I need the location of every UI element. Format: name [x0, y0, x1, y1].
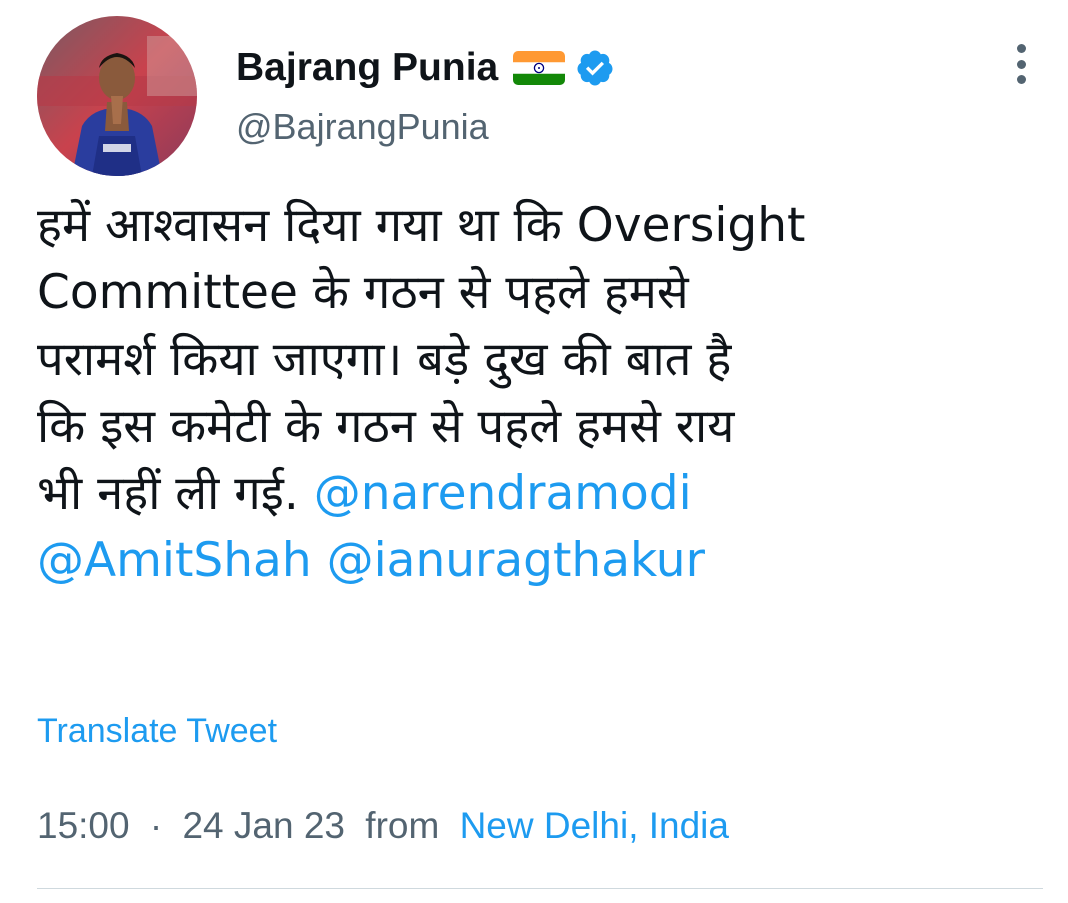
tweet-text-line: Committee के गठन से पहले हमसे [37, 259, 1047, 326]
tweet-text-segment: Committee के गठन से पहले हमसे [37, 265, 689, 320]
tweet-text-segment: भी नहीं ली गई. [37, 466, 314, 521]
india-flag-icon [513, 51, 566, 85]
tweet-text-line: कि इस कमेटी के गठन से पहले हमसे राय [37, 393, 1047, 460]
tweet-text-line: हमें आश्वासन दिया गया था कि Oversight [37, 192, 1047, 259]
tweet-text-line: परामर्श किया जाएगा। बड़े दुख की बात है [37, 326, 1047, 393]
tweet-text-segment: परामर्श किया जाएगा। बड़े दुख की बात है [37, 332, 732, 387]
tweet-location-link[interactable]: New Delhi, India [460, 805, 729, 846]
divider [37, 888, 1043, 889]
mention-link[interactable]: @ianuragthakur [327, 533, 705, 588]
tweet-date[interactable]: 24 Jan 23 [182, 805, 345, 846]
author-handle[interactable]: @BajrangPunia [236, 106, 489, 148]
dot [1016, 59, 1026, 69]
tweet-text-line: @AmitShah @ianuragthakur [37, 527, 1047, 594]
tweet-metadata: 15:00 · 24 Jan 23 from New Delhi, India [37, 805, 729, 847]
more-options-icon[interactable] [1002, 40, 1040, 88]
mention-link[interactable]: @narendramodi [314, 466, 692, 521]
meta-separator: · [149, 805, 163, 846]
mention-link[interactable]: @AmitShah [37, 533, 312, 588]
dot [1016, 44, 1026, 53]
tweet-time[interactable]: 15:00 [37, 805, 130, 846]
tweet-card: Bajrang Punia @BajrangPunia हमें आश्वासन… [0, 0, 1068, 903]
tweet-text-segment: हमें आश्वासन दिया गया था कि Oversight [37, 198, 806, 253]
verified-badge-icon [575, 48, 615, 88]
tweet-text-segment: कि इस कमेटी के गठन से पहले हमसे राय [37, 399, 735, 454]
translate-tweet-link[interactable]: Translate Tweet [37, 712, 277, 751]
from-label: from [365, 805, 440, 846]
author-display-name[interactable]: Bajrang Punia [236, 46, 498, 90]
tweet-text-segment [312, 533, 327, 588]
dot [1016, 75, 1026, 84]
author-name-row: Bajrang Punia [236, 40, 615, 96]
tweet-text: हमें आश्वासन दिया गया था कि Oversight Com… [37, 192, 1047, 594]
avatar[interactable] [37, 16, 197, 176]
tweet-text-line: भी नहीं ली गई. @narendramodi [37, 460, 1047, 527]
